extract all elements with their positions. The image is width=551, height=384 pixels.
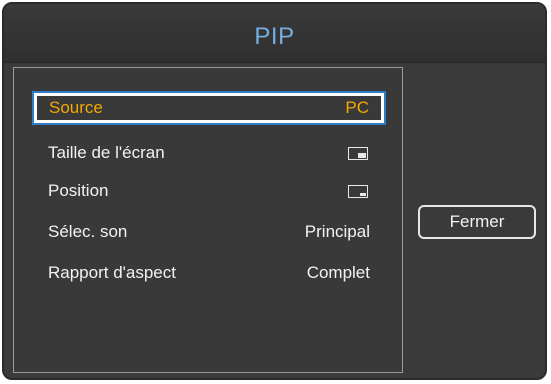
menu-item-value: PC <box>345 98 369 117</box>
menu-item-value: Complet <box>306 263 370 282</box>
menu-item-label: Source <box>49 98 103 117</box>
close-button[interactable]: Fermer <box>418 205 536 239</box>
menu-item-screen-size[interactable]: Taille de l'écran <box>34 138 384 168</box>
menu-item-source[interactable]: Source PC <box>34 93 384 123</box>
dialog-title: PIP <box>254 23 295 50</box>
menu-item-label: Position <box>48 181 109 200</box>
menu-item-sound-select[interactable]: Sélec. son Principal <box>34 217 384 247</box>
pip-size-icon <box>348 146 368 160</box>
menu-item-value: Principal <box>304 222 370 241</box>
menu-item-aspect-ratio[interactable]: Rapport d'aspect Complet <box>34 258 384 288</box>
menu-item-position[interactable]: Position <box>34 176 384 206</box>
pip-dialog: PIP Source PC Taille de l'écran Position… <box>2 2 547 380</box>
pip-position-icon <box>348 184 368 198</box>
pip-menu-panel: Source PC Taille de l'écran Position Sél… <box>13 67 403 373</box>
menu-item-label: Sélec. son <box>48 222 128 241</box>
title-bar: PIP <box>4 4 545 63</box>
menu-item-label: Taille de l'écran <box>48 143 165 162</box>
menu-item-label: Rapport d'aspect <box>48 263 176 282</box>
